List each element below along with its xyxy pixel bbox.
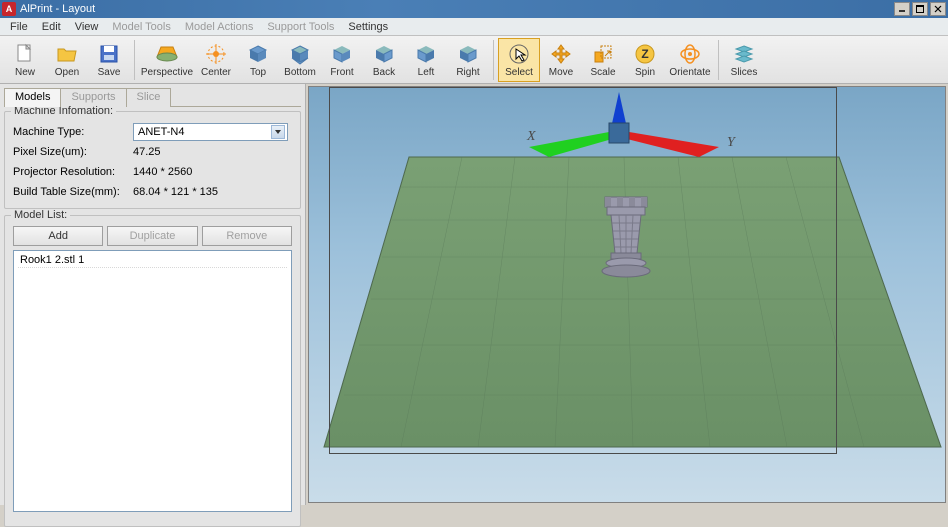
cube-left-icon [414, 42, 438, 66]
menu-view[interactable]: View [69, 19, 105, 35]
top-view-button[interactable]: Top [237, 38, 279, 82]
slices-button[interactable]: Slices [723, 38, 765, 82]
cube-back-icon [372, 42, 396, 66]
pixel-size-value: 47.25 [133, 146, 292, 158]
left-view-button[interactable]: Left [405, 38, 447, 82]
list-item[interactable]: Rook1 2.stl 1 [18, 253, 287, 268]
menu-settings[interactable]: Settings [342, 19, 394, 35]
model-listbox[interactable]: Rook1 2.stl 1 [13, 250, 292, 512]
cursor-icon [507, 42, 531, 66]
title-bar: A AlPrint - Layout [0, 0, 948, 18]
build-volume-box [329, 87, 837, 454]
window-title: AlPrint - Layout [20, 3, 894, 15]
projector-res-label: Projector Resolution: [13, 166, 133, 178]
bottom-view-button[interactable]: Bottom [279, 38, 321, 82]
orientate-icon [678, 42, 702, 66]
minimize-button[interactable] [894, 2, 910, 16]
save-disk-icon [97, 42, 121, 66]
open-button[interactable]: Open [46, 38, 88, 82]
open-folder-icon [55, 42, 79, 66]
add-button[interactable]: Add [13, 226, 103, 246]
remove-button[interactable]: Remove [202, 226, 292, 246]
close-button[interactable] [930, 2, 946, 16]
toolbar-separator [493, 40, 494, 80]
build-table-label: Build Table Size(mm): [13, 186, 133, 198]
machine-info-group: Machine Infomation: Machine Type: ANET-N… [4, 111, 301, 209]
machine-type-value: ANET-N4 [138, 126, 184, 138]
cube-bottom-icon [288, 42, 312, 66]
perspective-icon [155, 42, 179, 66]
front-view-button[interactable]: Front [321, 38, 363, 82]
model-list-group: Model List: Add Duplicate Remove Rook1 2… [4, 215, 301, 527]
spin-axis-icon: Z [633, 42, 657, 66]
menu-edit[interactable]: Edit [36, 19, 67, 35]
tab-slice[interactable]: Slice [126, 88, 172, 107]
cube-top-icon [246, 42, 270, 66]
machine-type-label: Machine Type: [13, 126, 133, 138]
scale-tool-button[interactable]: Scale [582, 38, 624, 82]
app-icon: A [2, 2, 16, 16]
orientate-tool-button[interactable]: Orientate [666, 38, 714, 82]
move-tool-button[interactable]: Move [540, 38, 582, 82]
3d-viewport[interactable]: X Y [308, 86, 946, 503]
right-view-button[interactable]: Right [447, 38, 489, 82]
center-icon [204, 42, 228, 66]
back-view-button[interactable]: Back [363, 38, 405, 82]
machine-type-select[interactable]: ANET-N4 [133, 123, 288, 141]
select-tool-button[interactable]: Select [498, 38, 540, 82]
side-panel: Models Supports Slice Machine Infomation… [0, 84, 306, 505]
pixel-size-label: Pixel Size(um): [13, 146, 133, 158]
maximize-button[interactable] [912, 2, 928, 16]
new-button[interactable]: New [4, 38, 46, 82]
tab-models[interactable]: Models [4, 88, 61, 107]
menu-file[interactable]: File [4, 19, 34, 35]
menu-support-tools[interactable]: Support Tools [261, 19, 340, 35]
toolbar: New Open Save Perspective Center Top Bot… [0, 36, 948, 84]
chevron-down-icon [271, 125, 285, 139]
build-table-value: 68.04 * 121 * 135 [133, 186, 292, 198]
move-arrows-icon [549, 42, 573, 66]
model-list-label: Model List: [11, 209, 70, 221]
menu-bar: File Edit View Model Tools Model Actions… [0, 18, 948, 36]
perspective-button[interactable]: Perspective [139, 38, 195, 82]
menu-model-actions[interactable]: Model Actions [179, 19, 259, 35]
toolbar-separator [134, 40, 135, 80]
projector-res-value: 1440 * 2560 [133, 166, 292, 178]
new-file-icon [13, 42, 37, 66]
menu-model-tools[interactable]: Model Tools [106, 19, 177, 35]
cube-front-icon [330, 42, 354, 66]
scale-icon [591, 42, 615, 66]
toolbar-separator [718, 40, 719, 80]
panel-tabs: Models Supports Slice [4, 87, 301, 107]
spin-tool-button[interactable]: ZSpin [624, 38, 666, 82]
center-button[interactable]: Center [195, 38, 237, 82]
duplicate-button[interactable]: Duplicate [107, 226, 197, 246]
svg-text:Z: Z [641, 47, 648, 61]
slices-layers-icon [732, 42, 756, 66]
cube-right-icon [456, 42, 480, 66]
save-button[interactable]: Save [88, 38, 130, 82]
model-preview[interactable] [599, 195, 653, 279]
